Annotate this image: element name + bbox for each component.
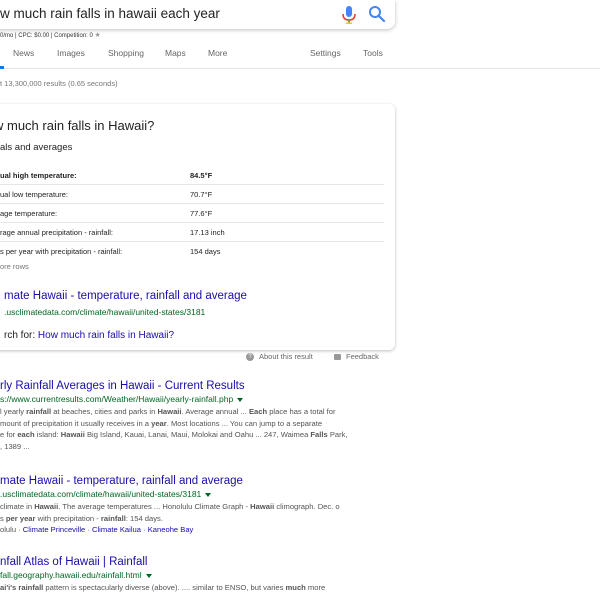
row-label: s per year with precipitation - rainfall… — [0, 247, 123, 256]
result-url-text: fall.geography.hawaii.edu/rainfall.html — [0, 570, 142, 580]
feedback-button[interactable]: Feedback — [334, 352, 379, 361]
tab-images[interactable]: Images — [57, 48, 85, 58]
row-label: ual low temperature: — [0, 190, 68, 199]
result-title-link[interactable]: nfall Atlas of Hawaii | Rainfall — [0, 555, 390, 569]
search-for: rch for: How much rain falls in Hawaii? — [4, 330, 174, 341]
caret-down-icon[interactable] — [205, 492, 212, 497]
result-snippet-line: mount of precipitation it usually receiv… — [0, 418, 323, 428]
result-snippet-line: l yearly rainfall at beaches, cities and… — [0, 407, 336, 416]
result-url-text: .usclimatedata.com/climate/hawaii/united… — [0, 489, 202, 499]
table-row: s per year with precipitation - rainfall… — [0, 242, 384, 260]
caret-down-icon[interactable] — [237, 397, 244, 402]
caret-down-icon[interactable] — [145, 573, 152, 578]
result-url: fall.geography.hawaii.edu/rainfall.html — [0, 569, 390, 582]
stats-table: ual high temperature: 84.5°F ual low tem… — [0, 166, 384, 260]
search-result: nfall Atlas of Hawaii | Rainfall fall.ge… — [0, 555, 390, 594]
microphone-icon[interactable] — [340, 5, 358, 25]
row-value: 84.5°F — [190, 171, 213, 180]
search-for-prefix: rch for: — [4, 330, 38, 341]
row-value: 70.7°F — [190, 190, 213, 199]
row-value: 17.13 inch — [190, 228, 225, 237]
result-snippet-line: e for each island: Hawaii Big Island, Ka… — [0, 430, 348, 439]
result-title-link[interactable]: mate Hawaii - temperature, rainfall and … — [0, 474, 390, 488]
row-label: ual high temperature: — [0, 171, 77, 180]
star-icon[interactable]: ★ — [95, 32, 101, 39]
search-icon[interactable] — [368, 5, 386, 23]
row-value: 77.6°F — [190, 209, 213, 218]
results-count: t 13,300,000 results (0.65 seconds) — [0, 79, 118, 88]
about-label: About this result — [259, 352, 313, 361]
result-url: s://www.currentresults.com/Weather/Hawai… — [0, 393, 390, 406]
tab-maps[interactable]: Maps — [165, 48, 186, 58]
seo-stats-text: 0/mo | CPC: $0.00 | Competition: 0 — [0, 33, 93, 39]
search-result: rly Rainfall Averages in Hawaii - Curren… — [0, 379, 390, 452]
sublink[interactable]: Climate Kailua — [92, 525, 141, 534]
table-row: rage annual precipitation - rainfall: 17… — [0, 223, 384, 242]
search-for-link[interactable]: How much rain falls in Hawaii? — [38, 330, 174, 341]
search-result: mate Hawaii - temperature, rainfall and … — [0, 474, 390, 536]
result-url-text: s://www.currentresults.com/Weather/Hawai… — [0, 394, 234, 404]
snippet-subtitle: als and averages — [0, 142, 73, 153]
feedback-icon — [334, 354, 341, 361]
tab-tools[interactable]: Tools — [363, 48, 383, 58]
featured-snippet: w much rain falls in Hawaii? als and ave… — [0, 104, 395, 350]
result-snippet-line: , 1389 ... — [0, 441, 30, 451]
about-this-result[interactable]: ? About this result — [246, 352, 313, 362]
tab-settings[interactable]: Settings — [310, 48, 341, 58]
row-label: rage annual precipitation - rainfall: — [0, 228, 113, 237]
row-label: age temperature: — [0, 209, 58, 218]
snippet-source-url: .usclimatedata.com/climate/hawaii/united… — [4, 307, 206, 317]
result-sublinks: olulu · Climate Princeville · Climate Ka… — [0, 525, 194, 534]
search-tabs: News Images Shopping Maps More Settings … — [0, 44, 600, 69]
search-input[interactable]: w much rain falls in hawaii each year — [0, 6, 220, 21]
row-value: 154 days — [190, 247, 221, 256]
search-results-page: w much rain falls in hawaii each year 0/… — [0, 0, 600, 600]
question-circle-icon: ? — [246, 353, 254, 362]
table-row: ual low temperature: 70.7°F — [0, 185, 384, 204]
more-rows-link[interactable]: ore rows — [0, 262, 29, 271]
tab-news[interactable]: News — [13, 48, 34, 58]
seo-stats: 0/mo | CPC: $0.00 | Competition: 0 ★ — [0, 31, 101, 39]
tab-more[interactable]: More — [208, 48, 227, 58]
snippet-source-link[interactable]: mate Hawaii - temperature, rainfall and … — [4, 290, 247, 302]
active-tab-indicator — [0, 66, 4, 69]
result-snippet-line: ai'i's rainfall pattern is spectacularly… — [0, 583, 326, 592]
feedback-label: Feedback — [346, 352, 379, 361]
snippet-title: w much rain falls in Hawaii? — [0, 118, 155, 133]
search-bar[interactable]: w much rain falls in hawaii each year — [0, 0, 395, 29]
tab-shopping[interactable]: Shopping — [108, 48, 144, 58]
result-snippet-line: s per year with precipitation - rainfall… — [0, 513, 163, 523]
result-url: .usclimatedata.com/climate/hawaii/united… — [0, 488, 390, 501]
table-row: age temperature: 77.6°F — [0, 204, 384, 223]
sublink[interactable]: Kaneohe Bay — [148, 525, 194, 534]
table-row: ual high temperature: 84.5°F — [0, 166, 384, 185]
result-snippet-line: climate in Hawaii. The average temperatu… — [0, 502, 340, 511]
result-title-link[interactable]: rly Rainfall Averages in Hawaii - Curren… — [0, 379, 390, 393]
sublink[interactable]: Climate Princeville — [23, 525, 85, 534]
sublinks-prefix: olulu · — [0, 525, 23, 534]
